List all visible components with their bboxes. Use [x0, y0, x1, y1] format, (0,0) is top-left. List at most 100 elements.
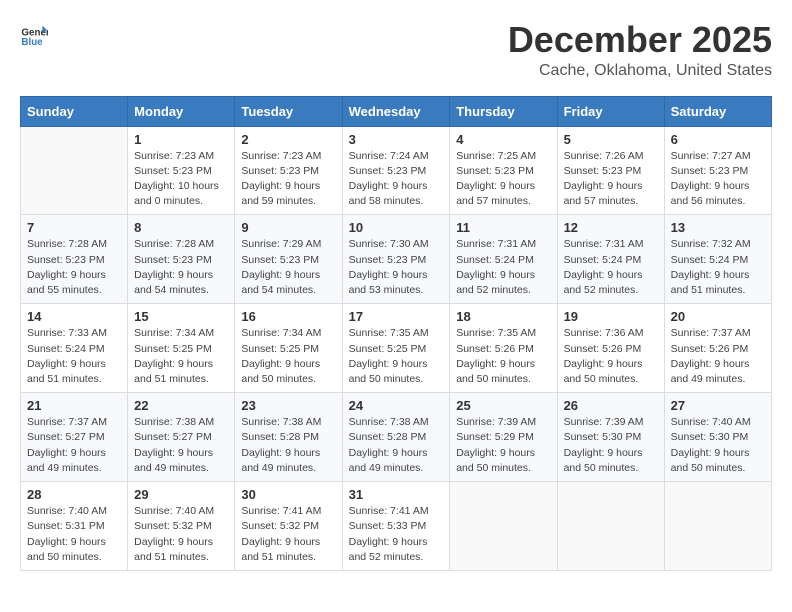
day-number: 21 [27, 398, 121, 413]
calendar-subtitle: Cache, Oklahoma, United States [508, 62, 772, 80]
day-number: 16 [241, 309, 335, 324]
day-info: Sunrise: 7:38 AM Sunset: 5:27 PM Dayligh… [134, 415, 228, 476]
day-info: Sunrise: 7:31 AM Sunset: 5:24 PM Dayligh… [564, 237, 658, 298]
calendar-cell: 2 Sunrise: 7:23 AM Sunset: 5:23 PM Daylig… [235, 126, 342, 215]
day-number: 7 [27, 220, 121, 235]
day-info: Sunrise: 7:23 AM Sunset: 5:23 PM Dayligh… [134, 149, 228, 210]
day-number: 27 [671, 398, 765, 413]
calendar-cell: 14Sunrise: 7:33 AM Sunset: 5:24 PM Dayli… [21, 304, 128, 393]
week-row-1: 1 Sunrise: 7:23 AM Sunset: 5:23 PM Daylig… [21, 126, 772, 215]
calendar-table: SundayMondayTuesdayWednesdayThursdayFrid… [20, 96, 772, 571]
day-info: Sunrise: 7:35 AM Sunset: 5:26 PM Dayligh… [456, 326, 550, 387]
calendar-cell: 17 Sunrise: 7:35 AM Sunset: 5:25 PM Dayli… [342, 304, 450, 393]
day-info: Sunrise: 7:32 AM Sunset: 5:24 PM Dayligh… [671, 237, 765, 298]
calendar-cell: 13 Sunrise: 7:32 AM Sunset: 5:24 PM Dayli… [664, 215, 771, 304]
calendar-cell: 1 Sunrise: 7:23 AM Sunset: 5:23 PM Daylig… [128, 126, 235, 215]
calendar-cell: 4 Sunrise: 7:25 AM Sunset: 5:23 PM Daylig… [450, 126, 557, 215]
day-info: Sunrise: 7:40 AM Sunset: 5:32 PM Dayligh… [134, 504, 228, 565]
weekday-sunday: Sunday [21, 96, 128, 126]
day-info: Sunrise: 7:34 AM Sunset: 5:25 PM Dayligh… [134, 326, 228, 387]
day-info: Sunrise: 7:36 AM Sunset: 5:26 PM Dayligh… [564, 326, 658, 387]
calendar-cell: 29 Sunrise: 7:40 AM Sunset: 5:32 PM Dayli… [128, 482, 235, 571]
calendar-cell: 31Sunrise: 7:41 AM Sunset: 5:33 PM Dayli… [342, 482, 450, 571]
day-info: Sunrise: 7:40 AM Sunset: 5:31 PM Dayligh… [27, 504, 121, 565]
calendar-cell [664, 482, 771, 571]
calendar-cell [450, 482, 557, 571]
day-number: 10 [349, 220, 444, 235]
weekday-header-row: SundayMondayTuesdayWednesdayThursdayFrid… [21, 96, 772, 126]
day-info: Sunrise: 7:25 AM Sunset: 5:23 PM Dayligh… [456, 149, 550, 210]
calendar-cell: 30Sunrise: 7:41 AM Sunset: 5:32 PM Dayli… [235, 482, 342, 571]
day-info: Sunrise: 7:34 AM Sunset: 5:25 PM Dayligh… [241, 326, 335, 387]
day-number: 5 [564, 132, 658, 147]
week-row-4: 21 Sunrise: 7:37 AM Sunset: 5:27 PM Dayli… [21, 393, 772, 482]
day-number: 13 [671, 220, 765, 235]
calendar-cell: 18 Sunrise: 7:35 AM Sunset: 5:26 PM Dayli… [450, 304, 557, 393]
day-info: Sunrise: 7:29 AM Sunset: 5:23 PM Dayligh… [241, 237, 335, 298]
calendar-cell: 9 Sunrise: 7:29 AM Sunset: 5:23 PM Daylig… [235, 215, 342, 304]
day-number: 18 [456, 309, 550, 324]
day-info: Sunrise: 7:30 AM Sunset: 5:23 PM Dayligh… [349, 237, 444, 298]
day-number: 20 [671, 309, 765, 324]
day-info: Sunrise: 7:26 AM Sunset: 5:23 PM Dayligh… [564, 149, 658, 210]
day-number: 3 [349, 132, 444, 147]
day-info: Sunrise: 7:35 AM Sunset: 5:25 PM Dayligh… [349, 326, 444, 387]
day-number: 2 [241, 132, 335, 147]
day-number: 1 [134, 132, 228, 147]
day-number: 31 [349, 487, 444, 502]
week-row-2: 7 Sunrise: 7:28 AM Sunset: 5:23 PM Daylig… [21, 215, 772, 304]
day-number: 4 [456, 132, 550, 147]
calendar-cell: 26Sunrise: 7:39 AM Sunset: 5:30 PM Dayli… [557, 393, 664, 482]
day-info: Sunrise: 7:23 AM Sunset: 5:23 PM Dayligh… [241, 149, 335, 210]
calendar-cell: 5 Sunrise: 7:26 AM Sunset: 5:23 PM Daylig… [557, 126, 664, 215]
calendar-cell: 15 Sunrise: 7:34 AM Sunset: 5:25 PM Dayli… [128, 304, 235, 393]
weekday-monday: Monday [128, 96, 235, 126]
day-number: 25 [456, 398, 550, 413]
day-number: 8 [134, 220, 228, 235]
day-number: 6 [671, 132, 765, 147]
day-number: 9 [241, 220, 335, 235]
day-number: 29 [134, 487, 228, 502]
calendar-cell [557, 482, 664, 571]
title-section: December 2025 Cache, Oklahoma, United St… [508, 20, 772, 80]
day-info: Sunrise: 7:37 AM Sunset: 5:26 PM Dayligh… [671, 326, 765, 387]
day-info: Sunrise: 7:39 AM Sunset: 5:30 PM Dayligh… [564, 415, 658, 476]
weekday-tuesday: Tuesday [235, 96, 342, 126]
weekday-wednesday: Wednesday [342, 96, 450, 126]
calendar-cell: 21 Sunrise: 7:37 AM Sunset: 5:27 PM Dayli… [21, 393, 128, 482]
weekday-thursday: Thursday [450, 96, 557, 126]
calendar-cell: 28 Sunrise: 7:40 AM Sunset: 5:31 PM Dayli… [21, 482, 128, 571]
day-info: Sunrise: 7:37 AM Sunset: 5:27 PM Dayligh… [27, 415, 121, 476]
calendar-cell: 16 Sunrise: 7:34 AM Sunset: 5:25 PM Dayli… [235, 304, 342, 393]
day-info: Sunrise: 7:28 AM Sunset: 5:23 PM Dayligh… [134, 237, 228, 298]
day-info: Sunrise: 7:40 AM Sunset: 5:30 PM Dayligh… [671, 415, 765, 476]
day-info: Sunrise: 7:39 AM Sunset: 5:29 PM Dayligh… [456, 415, 550, 476]
calendar-cell: 22 Sunrise: 7:38 AM Sunset: 5:27 PM Dayli… [128, 393, 235, 482]
day-number: 28 [27, 487, 121, 502]
day-info: Sunrise: 7:38 AM Sunset: 5:28 PM Dayligh… [349, 415, 444, 476]
calendar-cell: 7 Sunrise: 7:28 AM Sunset: 5:23 PM Daylig… [21, 215, 128, 304]
calendar-cell: 8 Sunrise: 7:28 AM Sunset: 5:23 PM Daylig… [128, 215, 235, 304]
calendar-cell: 12 Sunrise: 7:31 AM Sunset: 5:24 PM Dayli… [557, 215, 664, 304]
logo: General Blue [20, 20, 48, 48]
logo-icon: General Blue [20, 20, 48, 48]
day-info: Sunrise: 7:24 AM Sunset: 5:23 PM Dayligh… [349, 149, 444, 210]
day-number: 15 [134, 309, 228, 324]
day-number: 30 [241, 487, 335, 502]
calendar-cell: 19Sunrise: 7:36 AM Sunset: 5:26 PM Dayli… [557, 304, 664, 393]
day-info: Sunrise: 7:28 AM Sunset: 5:23 PM Dayligh… [27, 237, 121, 298]
calendar-cell: 23 Sunrise: 7:38 AM Sunset: 5:28 PM Dayli… [235, 393, 342, 482]
day-number: 17 [349, 309, 444, 324]
week-row-5: 28 Sunrise: 7:40 AM Sunset: 5:31 PM Dayli… [21, 482, 772, 571]
day-number: 12 [564, 220, 658, 235]
day-number: 22 [134, 398, 228, 413]
calendar-cell: 3 Sunrise: 7:24 AM Sunset: 5:23 PM Daylig… [342, 126, 450, 215]
calendar-cell: 24Sunrise: 7:38 AM Sunset: 5:28 PM Dayli… [342, 393, 450, 482]
day-number: 23 [241, 398, 335, 413]
day-number: 11 [456, 220, 550, 235]
page-header: General Blue December 2025 Cache, Oklaho… [20, 20, 772, 80]
day-info: Sunrise: 7:38 AM Sunset: 5:28 PM Dayligh… [241, 415, 335, 476]
calendar-cell [21, 126, 128, 215]
calendar-cell: 6Sunrise: 7:27 AM Sunset: 5:23 PM Daylig… [664, 126, 771, 215]
weekday-saturday: Saturday [664, 96, 771, 126]
